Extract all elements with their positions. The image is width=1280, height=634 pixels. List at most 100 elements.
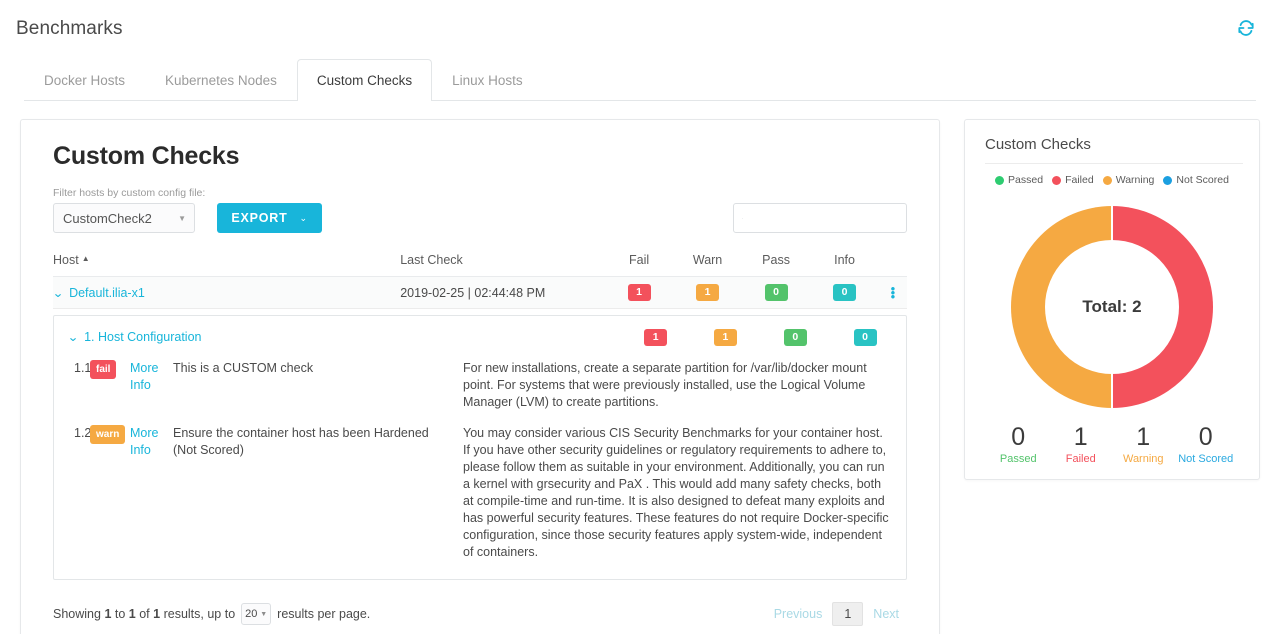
check-remediation: For new installations, create a separate…: [463, 361, 867, 409]
legend-dot-passed: [995, 175, 1005, 185]
fail-badge: 1: [627, 284, 651, 301]
legend-label-failed: Failed: [1065, 174, 1094, 186]
content-layout: Custom Checks Filter hosts by custom con…: [0, 119, 1280, 634]
check-description: Ensure the container host has been Harde…: [173, 426, 429, 457]
expanded-checks-panel: ⌄ 1. Host Configuration 1 1 0 0 1.1 fail…: [53, 315, 907, 580]
filter-row: Filter hosts by custom config file: Cust…: [53, 187, 907, 233]
search-box[interactable]: [733, 203, 907, 233]
tab-bar: Docker Hosts Kubernetes Nodes Custom Che…: [0, 58, 1280, 102]
tab-custom-checks[interactable]: Custom Checks: [296, 59, 433, 102]
top-bar: Benchmarks: [0, 0, 1280, 58]
check-item: 1.1 fail More Info This is a CUSTOM chec…: [60, 350, 900, 415]
check-level-badge: warn: [90, 425, 126, 444]
column-header-actions: [879, 253, 907, 267]
showing-of-word: of: [139, 607, 150, 621]
export-button[interactable]: EXPORT ⌄: [217, 203, 322, 233]
legend-dot-failed: [1052, 175, 1062, 185]
summary-title: Custom Checks: [985, 136, 1243, 164]
fail-count-cell: 1: [605, 284, 674, 301]
stat-failed-label: Failed: [1065, 453, 1096, 465]
legend-item-passed: Passed: [995, 174, 1043, 186]
host-name[interactable]: Default.ilia-x1: [69, 286, 145, 300]
group-warn-cell: 1: [691, 328, 761, 346]
chevron-down-icon[interactable]: ⌄: [52, 286, 64, 300]
column-header-pass[interactable]: Pass: [742, 253, 811, 267]
legend-item-failed: Failed: [1052, 174, 1094, 186]
check-item: 1.2 warn More Info Ensure the container …: [60, 415, 900, 565]
stat-failed: 1 Failed: [1050, 422, 1113, 465]
table-header: Host ▲ Last Check Fail Warn Pass Info: [53, 253, 907, 277]
column-header-last-check[interactable]: Last Check: [400, 253, 605, 267]
tab-linux-hosts[interactable]: Linux Hosts: [432, 59, 543, 101]
results-per-page-select[interactable]: 20 ▼: [241, 603, 272, 625]
group-pass-badge: 0: [783, 328, 807, 346]
stat-passed: 0 Passed: [987, 422, 1050, 465]
column-header-host-label: Host: [53, 253, 79, 267]
check-description: This is a CUSTOM check: [173, 361, 314, 375]
donut-center-label: Total: 2: [1045, 240, 1179, 374]
chart-legend: Passed Failed Warning Not Scored: [981, 174, 1243, 186]
sort-ascending-icon: ▲: [81, 254, 90, 263]
row-actions-menu-icon[interactable]: • • •: [879, 282, 907, 303]
info-badge: 0: [833, 284, 857, 301]
stat-failed-value: 1: [1073, 423, 1088, 451]
config-file-select[interactable]: CustomCheck2 ▼: [53, 203, 195, 233]
config-filter: Filter hosts by custom config file: Cust…: [53, 187, 205, 233]
next-page-button[interactable]: Next: [865, 603, 907, 625]
stat-not-scored-value: 0: [1198, 423, 1213, 451]
column-header-warn[interactable]: Warn: [673, 253, 742, 267]
check-number: 1.1: [74, 361, 92, 375]
legend-label-passed: Passed: [1008, 174, 1044, 186]
column-header-host[interactable]: Host ▲: [53, 253, 400, 267]
custom-checks-card: Custom Checks Filter hosts by custom con…: [20, 119, 940, 634]
more-info-link[interactable]: More Info: [130, 360, 173, 411]
table-row[interactable]: ⌄ Default.ilia-x1 2019-02-25 | 02:44:48 P…: [52, 277, 907, 309]
results-per-page-suffix: results per page.: [277, 607, 371, 621]
check-group-title[interactable]: 1. Host Configuration: [84, 330, 201, 344]
legend-dot-not-scored: [1163, 175, 1173, 185]
pass-badge: 0: [764, 284, 788, 301]
page-number-1[interactable]: 1: [832, 602, 864, 626]
stat-warning: 1 Warning: [1112, 422, 1175, 465]
showing-to-word: to: [114, 607, 126, 621]
showing-results-word: results, up to: [163, 607, 236, 621]
group-fail-badge: 1: [644, 328, 668, 346]
check-group-title-wrap[interactable]: ⌄ 1. Host Configuration: [67, 330, 410, 344]
legend-label-not-scored: Not Scored: [1176, 174, 1229, 186]
refresh-icon[interactable]: [1232, 14, 1260, 42]
config-file-value: CustomCheck2: [63, 210, 152, 226]
search-input[interactable]: [743, 210, 906, 226]
stat-not-scored: 0 Not Scored: [1175, 422, 1238, 465]
check-level: fail: [90, 360, 130, 411]
more-info-link[interactable]: More Info: [130, 425, 173, 561]
chevron-down-icon[interactable]: ⌄: [67, 330, 79, 344]
showing-from: 1: [104, 607, 112, 621]
check-level-badge: fail: [90, 360, 117, 379]
column-header-fail[interactable]: Fail: [605, 253, 674, 267]
results-per-page-value: 20: [245, 608, 258, 620]
stat-passed-label: Passed: [999, 453, 1037, 465]
stat-passed-value: 0: [1011, 423, 1026, 451]
stat-warning-label: Warning: [1122, 453, 1164, 465]
chevron-down-icon: ▼: [260, 610, 268, 618]
donut-ring: Total: 2: [1011, 206, 1213, 408]
tab-kubernetes-nodes[interactable]: Kubernetes Nodes: [145, 59, 297, 101]
showing-to: 1: [128, 607, 136, 621]
donut-chart: Total: 2: [981, 192, 1243, 422]
check-number: 1.2: [74, 426, 92, 440]
results-table: Host ▲ Last Check Fail Warn Pass Info ⌄ De…: [52, 253, 907, 580]
check-group-row[interactable]: ⌄ 1. Host Configuration 1 1 0 0: [60, 324, 900, 350]
showing-prefix: Showing: [53, 607, 101, 621]
column-header-info[interactable]: Info: [810, 253, 879, 267]
tab-docker-hosts[interactable]: Docker Hosts: [24, 59, 145, 101]
host-cell[interactable]: ⌄ Default.ilia-x1: [52, 286, 400, 300]
chevron-down-icon: ⌄: [299, 212, 308, 223]
warn-count-cell: 1: [673, 284, 742, 301]
legend-item-warning: Warning: [1102, 174, 1154, 186]
export-label: EXPORT: [231, 211, 288, 225]
legend-dot-warning: [1102, 175, 1112, 185]
group-info-badge: 0: [853, 328, 877, 346]
card-title: Custom Checks: [53, 142, 240, 170]
page-title: Benchmarks: [16, 18, 123, 39]
previous-page-button[interactable]: Previous: [766, 603, 831, 625]
